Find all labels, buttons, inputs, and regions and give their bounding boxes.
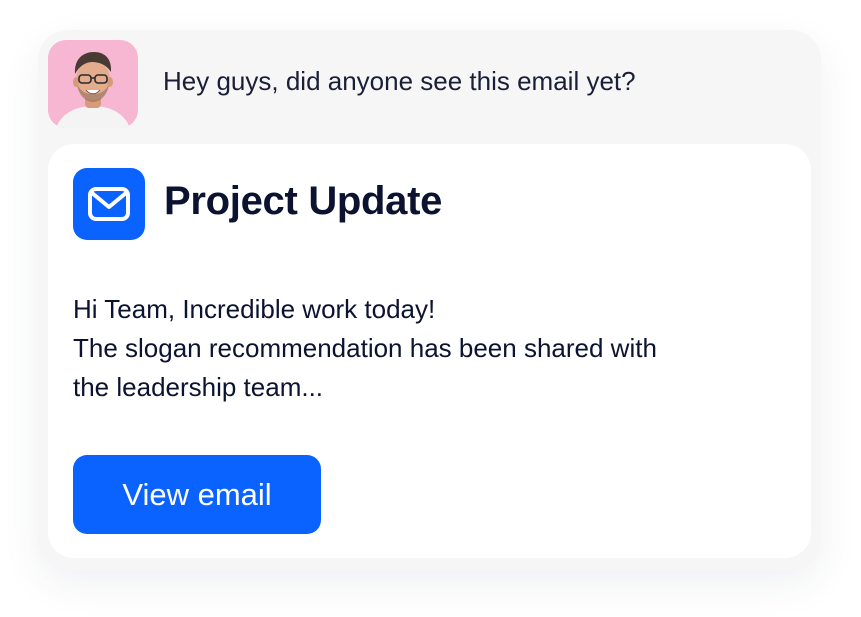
email-body-line: the leadership team... <box>73 372 324 402</box>
email-title: Project Update <box>164 179 443 223</box>
chat-message-text: Hey guys, did anyone see this email yet? <box>163 66 636 96</box>
email-body-preview: Hi Team, Incredible work today! The slog… <box>73 290 657 407</box>
email-preview-card: Project Update Hi Team, Incredible work … <box>48 144 811 558</box>
avatar-image <box>56 52 130 128</box>
email-body-line: The slogan recommendation has been share… <box>73 333 657 363</box>
avatar <box>48 40 138 128</box>
view-email-button[interactable]: View email <box>73 455 321 534</box>
email-body-line: Hi Team, Incredible work today! <box>73 294 436 324</box>
mail-icon <box>73 168 145 240</box>
